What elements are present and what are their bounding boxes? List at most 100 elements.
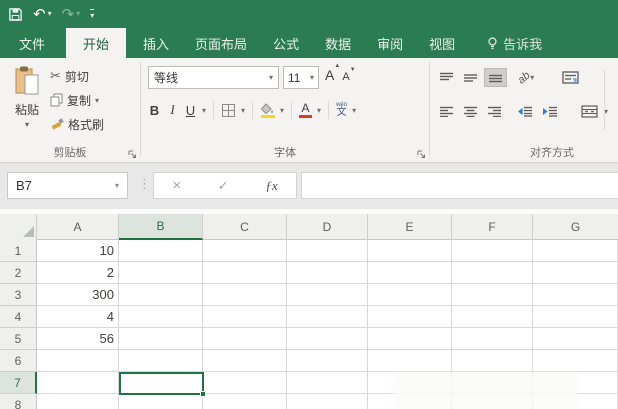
selection-border[interactable] bbox=[119, 372, 206, 397]
tab-home[interactable]: 开始 bbox=[66, 28, 127, 58]
row-header-6[interactable]: 6 bbox=[0, 350, 37, 372]
paste-button[interactable]: 粘贴 ▾ bbox=[8, 65, 46, 151]
italic-button[interactable]: I bbox=[166, 102, 179, 118]
undo-button[interactable]: ↶ ▾ bbox=[33, 7, 52, 22]
align-top-button[interactable] bbox=[436, 69, 457, 86]
row-header-1[interactable]: 1 bbox=[0, 240, 37, 262]
grid-cell[interactable] bbox=[452, 328, 533, 350]
insert-function-button[interactable]: ƒx bbox=[265, 178, 277, 194]
grid-cell[interactable] bbox=[203, 262, 287, 284]
borders-dropdown-icon[interactable]: ▾ bbox=[241, 106, 245, 115]
grid-cell[interactable] bbox=[368, 240, 452, 262]
row-header-4[interactable]: 4 bbox=[0, 306, 37, 328]
formula-input[interactable] bbox=[301, 172, 618, 199]
font-size-dropdown-icon[interactable]: ▾ bbox=[310, 73, 314, 82]
column-header-d[interactable]: D bbox=[287, 214, 368, 240]
grid-cell[interactable] bbox=[119, 284, 203, 306]
grid-cell[interactable] bbox=[368, 328, 452, 350]
select-all-button[interactable] bbox=[0, 214, 37, 240]
grid-cell[interactable] bbox=[203, 394, 287, 409]
grow-font-button[interactable]: A ▲ bbox=[325, 63, 340, 83]
grid-cell[interactable] bbox=[119, 394, 203, 409]
grid-cell[interactable] bbox=[119, 328, 203, 350]
font-color-button[interactable]: A bbox=[299, 102, 313, 118]
font-color-dropdown-icon[interactable]: ▾ bbox=[317, 106, 321, 115]
clipboard-dialog-launcher-icon[interactable] bbox=[128, 150, 137, 159]
tab-insert[interactable]: 插入 bbox=[130, 28, 182, 58]
column-header-f[interactable]: F bbox=[452, 214, 533, 240]
orientation-button[interactable]: ab ▾ bbox=[516, 69, 535, 86]
wrap-text-button[interactable] bbox=[559, 68, 582, 87]
align-middle-button[interactable] bbox=[460, 69, 481, 86]
grid-cell[interactable] bbox=[119, 306, 203, 328]
row-header-7[interactable]: 7 bbox=[0, 372, 37, 394]
grid-cell[interactable] bbox=[37, 372, 119, 394]
column-header-g[interactable]: G bbox=[533, 214, 618, 240]
shrink-font-button[interactable]: A ▼ bbox=[342, 67, 355, 83]
undo-dropdown-icon[interactable]: ▾ bbox=[48, 10, 52, 18]
cut-button[interactable]: ✂ 剪切 bbox=[50, 67, 104, 85]
grid-cell[interactable] bbox=[37, 394, 119, 409]
grid-cell[interactable] bbox=[368, 306, 452, 328]
font-name-select[interactable]: 等线 ▾ bbox=[148, 66, 279, 89]
grid-cell[interactable] bbox=[119, 240, 203, 262]
grid-cell[interactable] bbox=[287, 284, 368, 306]
grid-cell[interactable] bbox=[203, 306, 287, 328]
grid-cell[interactable] bbox=[119, 350, 203, 372]
row-header-5[interactable]: 5 bbox=[0, 328, 37, 350]
tab-tell-me[interactable]: 告诉我 bbox=[474, 28, 555, 58]
font-name-dropdown-icon[interactable]: ▾ bbox=[269, 73, 273, 82]
paste-dropdown-icon[interactable]: ▾ bbox=[25, 120, 29, 129]
grid-cell[interactable] bbox=[533, 240, 618, 262]
row-header-3[interactable]: 3 bbox=[0, 284, 37, 306]
fill-handle[interactable] bbox=[200, 391, 206, 397]
grid-cell[interactable] bbox=[203, 328, 287, 350]
name-box[interactable]: B7 ▾ bbox=[7, 172, 128, 199]
align-left-button[interactable] bbox=[436, 103, 457, 120]
align-right-button[interactable] bbox=[484, 103, 505, 120]
grid-cell[interactable] bbox=[287, 372, 368, 394]
grid-cell[interactable] bbox=[287, 240, 368, 262]
grid-cell[interactable] bbox=[203, 350, 287, 372]
grid-cell[interactable] bbox=[37, 350, 119, 372]
grid-cell[interactable] bbox=[533, 262, 618, 284]
column-header-c[interactable]: C bbox=[203, 214, 287, 240]
underline-dropdown-icon[interactable]: ▾ bbox=[202, 106, 206, 115]
grid-cell[interactable] bbox=[452, 262, 533, 284]
grid-cell[interactable] bbox=[452, 284, 533, 306]
bold-button[interactable]: B bbox=[148, 103, 161, 118]
cell-a5[interactable]: 56 bbox=[37, 328, 119, 350]
align-bottom-button[interactable] bbox=[484, 68, 507, 87]
borders-button[interactable] bbox=[221, 103, 236, 118]
underline-button[interactable]: U bbox=[184, 103, 197, 118]
copy-button[interactable]: 复制 ▾ bbox=[50, 91, 104, 109]
grid-cell[interactable] bbox=[452, 240, 533, 262]
grid-cell[interactable] bbox=[368, 262, 452, 284]
grid-cell[interactable] bbox=[287, 306, 368, 328]
tab-data[interactable]: 数据 bbox=[312, 28, 364, 58]
increase-indent-button[interactable] bbox=[539, 103, 561, 120]
cell-a4[interactable]: 4 bbox=[37, 306, 119, 328]
customize-quick-access-icon[interactable]: ▾ bbox=[90, 8, 95, 20]
grid-cell[interactable] bbox=[287, 328, 368, 350]
cell-a3[interactable]: 300 bbox=[37, 284, 119, 306]
tab-page-layout[interactable]: 页面布局 bbox=[182, 28, 260, 58]
grid-cell[interactable] bbox=[533, 350, 618, 372]
name-box-dropdown-icon[interactable]: ▾ bbox=[115, 181, 119, 190]
fill-color-dropdown-icon[interactable]: ▾ bbox=[280, 106, 284, 115]
grid-cell[interactable] bbox=[287, 350, 368, 372]
column-header-b[interactable]: B bbox=[119, 214, 203, 240]
font-dialog-launcher-icon[interactable] bbox=[417, 150, 426, 159]
tab-view[interactable]: 视图 bbox=[416, 28, 468, 58]
tab-formulas[interactable]: 公式 bbox=[260, 28, 312, 58]
grid-cell[interactable] bbox=[119, 262, 203, 284]
grid-cell[interactable] bbox=[203, 284, 287, 306]
tab-review[interactable]: 审阅 bbox=[364, 28, 416, 58]
cell-a1[interactable]: 10 bbox=[37, 240, 119, 262]
font-size-select[interactable]: 11 ▾ bbox=[283, 66, 319, 89]
row-header-2[interactable]: 2 bbox=[0, 262, 37, 284]
decrease-indent-button[interactable] bbox=[514, 103, 536, 120]
align-center-button[interactable] bbox=[460, 103, 481, 120]
cell-a2[interactable]: 2 bbox=[37, 262, 119, 284]
format-painter-button[interactable]: 格式刷 bbox=[50, 115, 104, 133]
